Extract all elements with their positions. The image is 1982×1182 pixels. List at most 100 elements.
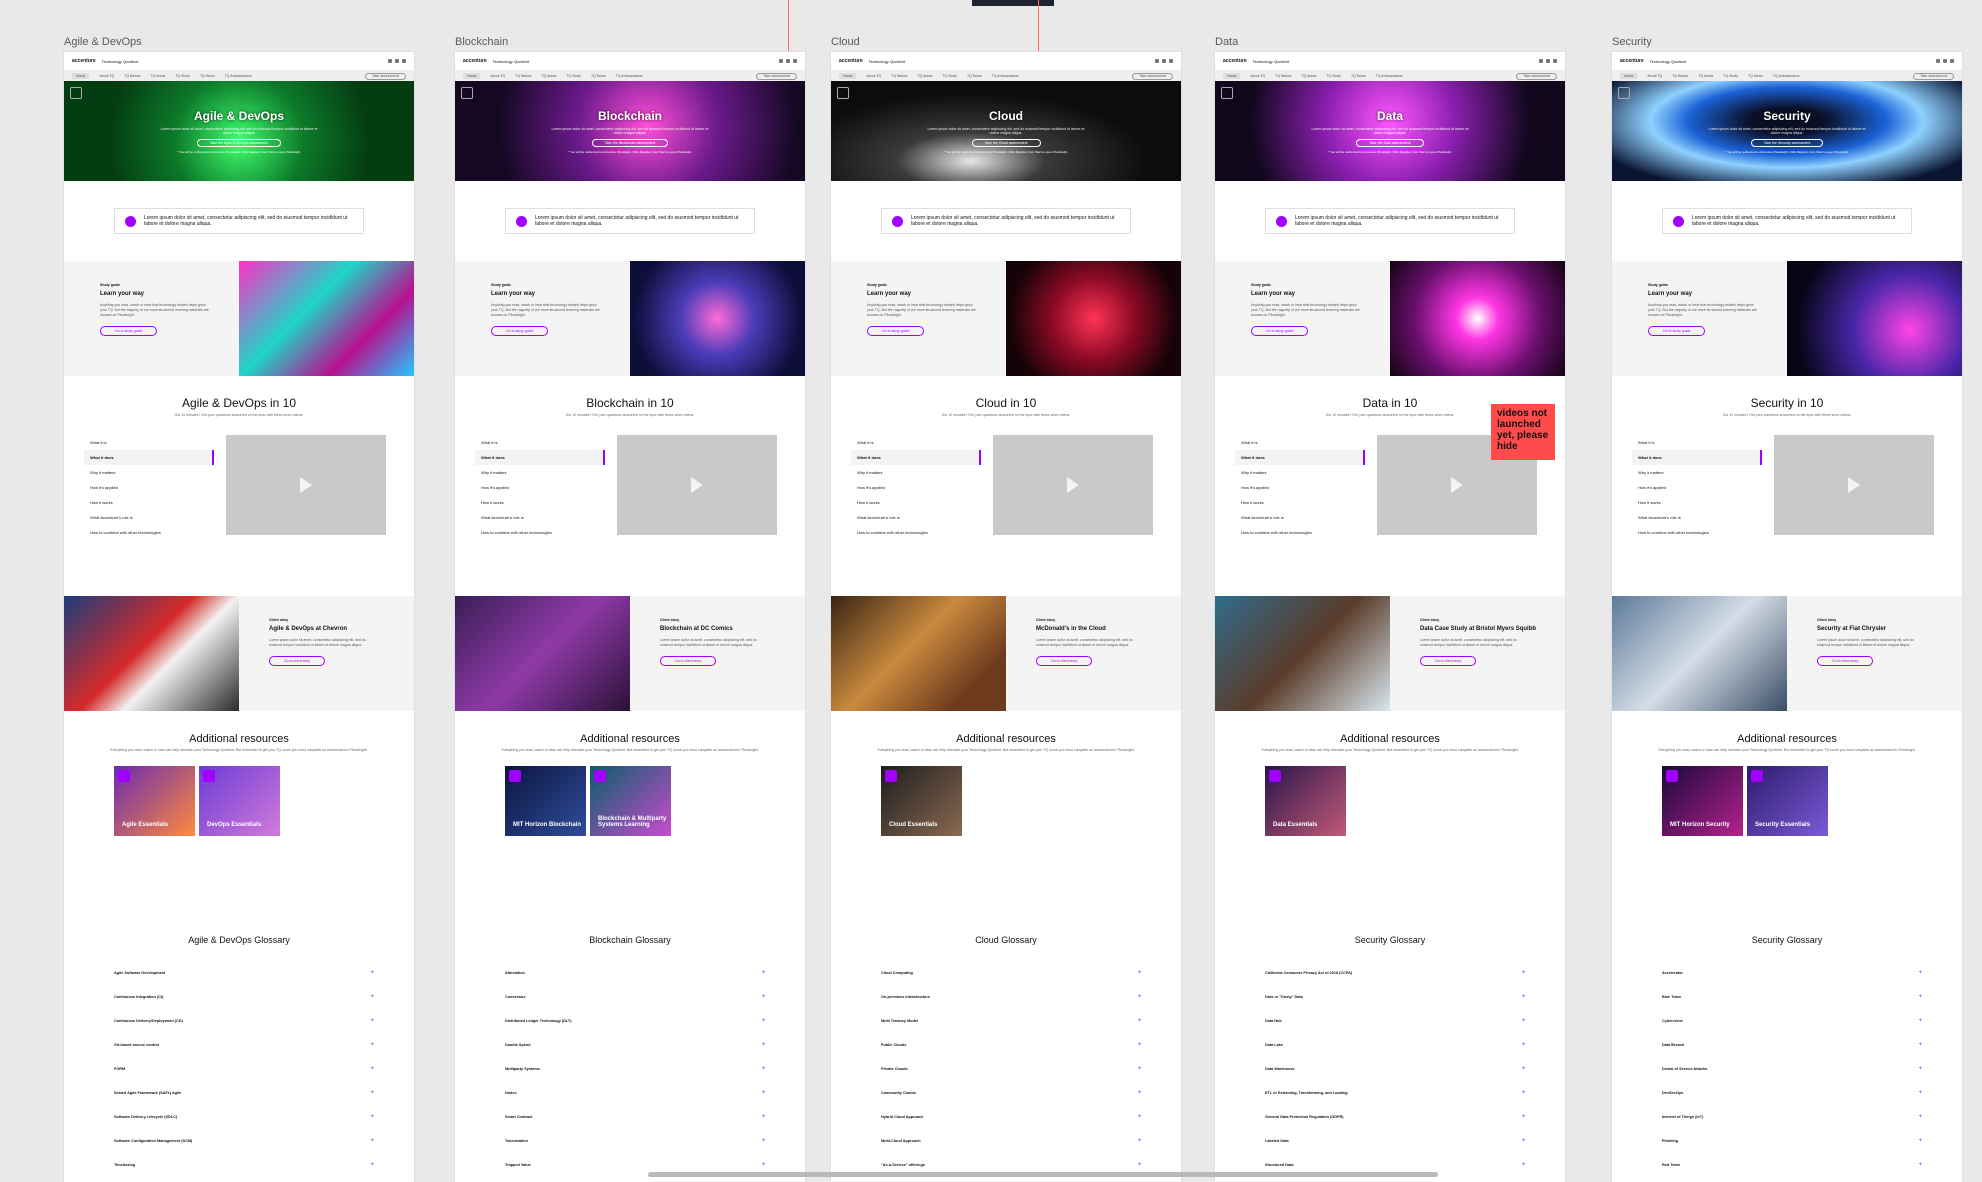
nav-item[interactable]: TQ Areas bbox=[1301, 74, 1316, 78]
search-icon[interactable] bbox=[1155, 59, 1159, 63]
nav-item[interactable]: TQ Basics bbox=[515, 74, 531, 78]
nav-item[interactable]: TQ Study bbox=[1723, 74, 1738, 78]
expand-plus-icon[interactable]: + bbox=[1521, 970, 1525, 976]
resource-tile[interactable]: MIT Horizon Security bbox=[1662, 766, 1743, 836]
menu-icon[interactable] bbox=[1553, 59, 1557, 63]
in10-item[interactable]: What Accenture's role is bbox=[851, 510, 981, 525]
glossary-row[interactable]: Accelerator + bbox=[1662, 961, 1922, 985]
expand-plus-icon[interactable]: + bbox=[761, 1018, 765, 1024]
nav-item[interactable]: About TQ bbox=[1647, 74, 1662, 78]
menu-icon[interactable] bbox=[1169, 59, 1173, 63]
expand-plus-icon[interactable]: + bbox=[370, 1066, 374, 1072]
assessment-pill[interactable]: Take assessment bbox=[1912, 72, 1954, 80]
expand-plus-icon[interactable]: + bbox=[1918, 1114, 1922, 1120]
expand-plus-icon[interactable]: + bbox=[761, 1162, 765, 1168]
in10-item[interactable]: How it's applied bbox=[1632, 480, 1762, 495]
search-icon[interactable] bbox=[388, 59, 392, 63]
assessment-pill[interactable]: Take assessment bbox=[755, 72, 797, 80]
assessment-pill[interactable]: Take assessment bbox=[1131, 72, 1173, 80]
nav-item[interactable]: TQ Areas bbox=[541, 74, 556, 78]
glossary-row[interactable]: Blue Team + bbox=[1662, 985, 1922, 1009]
in10-item[interactable]: How it's applied bbox=[475, 480, 605, 495]
expand-plus-icon[interactable]: + bbox=[761, 970, 765, 976]
sticky-note[interactable]: videos not launched yet, please hide bbox=[1491, 404, 1555, 460]
nav-item[interactable]: About TQ bbox=[99, 74, 114, 78]
nav-item[interactable]: Home bbox=[72, 73, 90, 79]
expand-plus-icon[interactable]: + bbox=[370, 1090, 374, 1096]
in10-item[interactable]: What Accenture's role is bbox=[475, 510, 605, 525]
expand-plus-icon[interactable]: + bbox=[1137, 970, 1141, 976]
glossary-row[interactable]: California Consumer Privacy Act of 2018 … bbox=[1265, 961, 1525, 985]
in10-item[interactable]: How it works bbox=[84, 495, 214, 510]
search-icon[interactable] bbox=[1539, 59, 1543, 63]
glossary-row[interactable]: Smart Contract + bbox=[505, 1105, 765, 1129]
in10-item[interactable]: Why it matters bbox=[851, 465, 981, 480]
resource-tile[interactable]: Cloud Essentials bbox=[881, 766, 962, 836]
expand-plus-icon[interactable]: + bbox=[1137, 1066, 1141, 1072]
expand-plus-icon[interactable]: + bbox=[761, 1066, 765, 1072]
glossary-row[interactable]: Continuous Integration (CI) + bbox=[114, 985, 374, 1009]
play-icon[interactable] bbox=[1451, 477, 1463, 493]
glossary-row[interactable]: Double Spend + bbox=[505, 1033, 765, 1057]
resource-tile[interactable]: MIT Horizon Blockchain bbox=[505, 766, 586, 836]
in10-item[interactable]: What Accenture's role is bbox=[1235, 510, 1365, 525]
glossary-row[interactable]: ETL or Extracting, Transforming, and Loa… bbox=[1265, 1081, 1525, 1105]
in10-item[interactable]: Why it matters bbox=[84, 465, 214, 480]
nav-item[interactable]: TQ Study bbox=[175, 74, 190, 78]
expand-plus-icon[interactable]: + bbox=[370, 1162, 374, 1168]
nav-item[interactable]: TQ News bbox=[1748, 74, 1763, 78]
expand-plus-icon[interactable]: + bbox=[1137, 1042, 1141, 1048]
nav-item[interactable]: Home bbox=[1620, 73, 1638, 79]
study-guide-button[interactable]: Go to study guide bbox=[491, 325, 549, 336]
glossary-row[interactable]: Git-based source control + bbox=[114, 1033, 374, 1057]
video-player[interactable] bbox=[993, 435, 1153, 535]
search-icon[interactable] bbox=[779, 59, 783, 63]
expand-plus-icon[interactable]: + bbox=[1918, 994, 1922, 1000]
user-icon[interactable] bbox=[786, 59, 790, 63]
glossary-row[interactable]: Waterfall+ bbox=[114, 1177, 374, 1182]
in10-item[interactable]: Why it matters bbox=[1632, 465, 1762, 480]
resource-tile[interactable]: Blockchain & Multiparty Systems Learning bbox=[590, 766, 671, 836]
user-icon[interactable] bbox=[395, 59, 399, 63]
expand-plus-icon[interactable]: + bbox=[370, 1018, 374, 1024]
resource-tile[interactable]: DevOps Essentials bbox=[199, 766, 280, 836]
brand-logo[interactable]: accenture bbox=[1223, 58, 1247, 64]
expand-plus-icon[interactable]: + bbox=[1521, 1162, 1525, 1168]
glossary-row[interactable]: Refreshing Approach+ bbox=[881, 1177, 1141, 1182]
glossary-row[interactable]: Data Breach + bbox=[1662, 1033, 1922, 1057]
in10-item[interactable]: Why it matters bbox=[475, 465, 605, 480]
search-icon[interactable] bbox=[1936, 59, 1940, 63]
assessment-button[interactable]: Take the Blockchain assessment bbox=[591, 138, 669, 147]
glossary-row[interactable]: Unstructured Data+ bbox=[1265, 1177, 1525, 1182]
glossary-row[interactable]: Tokenization + bbox=[505, 1129, 765, 1153]
expand-plus-icon[interactable]: + bbox=[761, 1138, 765, 1144]
expand-plus-icon[interactable]: + bbox=[761, 1090, 765, 1096]
glossary-row[interactable]: Data Hub + bbox=[1265, 1009, 1525, 1033]
artboard-label[interactable]: Data bbox=[1215, 36, 1238, 48]
nav-item[interactable]: TQ Areas bbox=[1698, 74, 1713, 78]
client-story-button[interactable]: Go to client story bbox=[1817, 655, 1874, 666]
in10-item[interactable]: How it works bbox=[851, 495, 981, 510]
glossary-row[interactable]: Internet of Things (IoT) + bbox=[1662, 1105, 1922, 1129]
expand-plus-icon[interactable]: + bbox=[1918, 1042, 1922, 1048]
in10-item[interactable]: How to combine with other technologies bbox=[1235, 525, 1365, 540]
assessment-pill[interactable]: Take assessment bbox=[1515, 72, 1557, 80]
expand-plus-icon[interactable]: + bbox=[1918, 1018, 1922, 1024]
in10-item[interactable]: What Accenture's role is bbox=[84, 510, 214, 525]
glossary-row[interactable]: Threats+ bbox=[1662, 1177, 1922, 1182]
in10-item[interactable]: What it does bbox=[475, 450, 605, 465]
user-icon[interactable] bbox=[1943, 59, 1947, 63]
glossary-row[interactable]: Data Lake + bbox=[1265, 1033, 1525, 1057]
expand-plus-icon[interactable]: + bbox=[1137, 1090, 1141, 1096]
expand-plus-icon[interactable]: + bbox=[1918, 1090, 1922, 1096]
glossary-row[interactable]: Software Configuration Management (SCM) + bbox=[114, 1129, 374, 1153]
glossary-row[interactable]: Data Warehouse + bbox=[1265, 1057, 1525, 1081]
resource-tile[interactable]: Agile Essentials bbox=[114, 766, 195, 836]
glossary-row[interactable]: Dark or "Dusty" Data + bbox=[1265, 985, 1525, 1009]
expand-plus-icon[interactable]: + bbox=[1521, 1066, 1525, 1072]
client-story-button[interactable]: Go to client story bbox=[1420, 655, 1477, 666]
in10-item[interactable]: How to combine with other technologies bbox=[1632, 525, 1762, 540]
assessment-button[interactable]: Take the Agile & DevOps assessment bbox=[196, 138, 282, 147]
in10-item[interactable]: How it's applied bbox=[84, 480, 214, 495]
expand-plus-icon[interactable]: + bbox=[1137, 1114, 1141, 1120]
